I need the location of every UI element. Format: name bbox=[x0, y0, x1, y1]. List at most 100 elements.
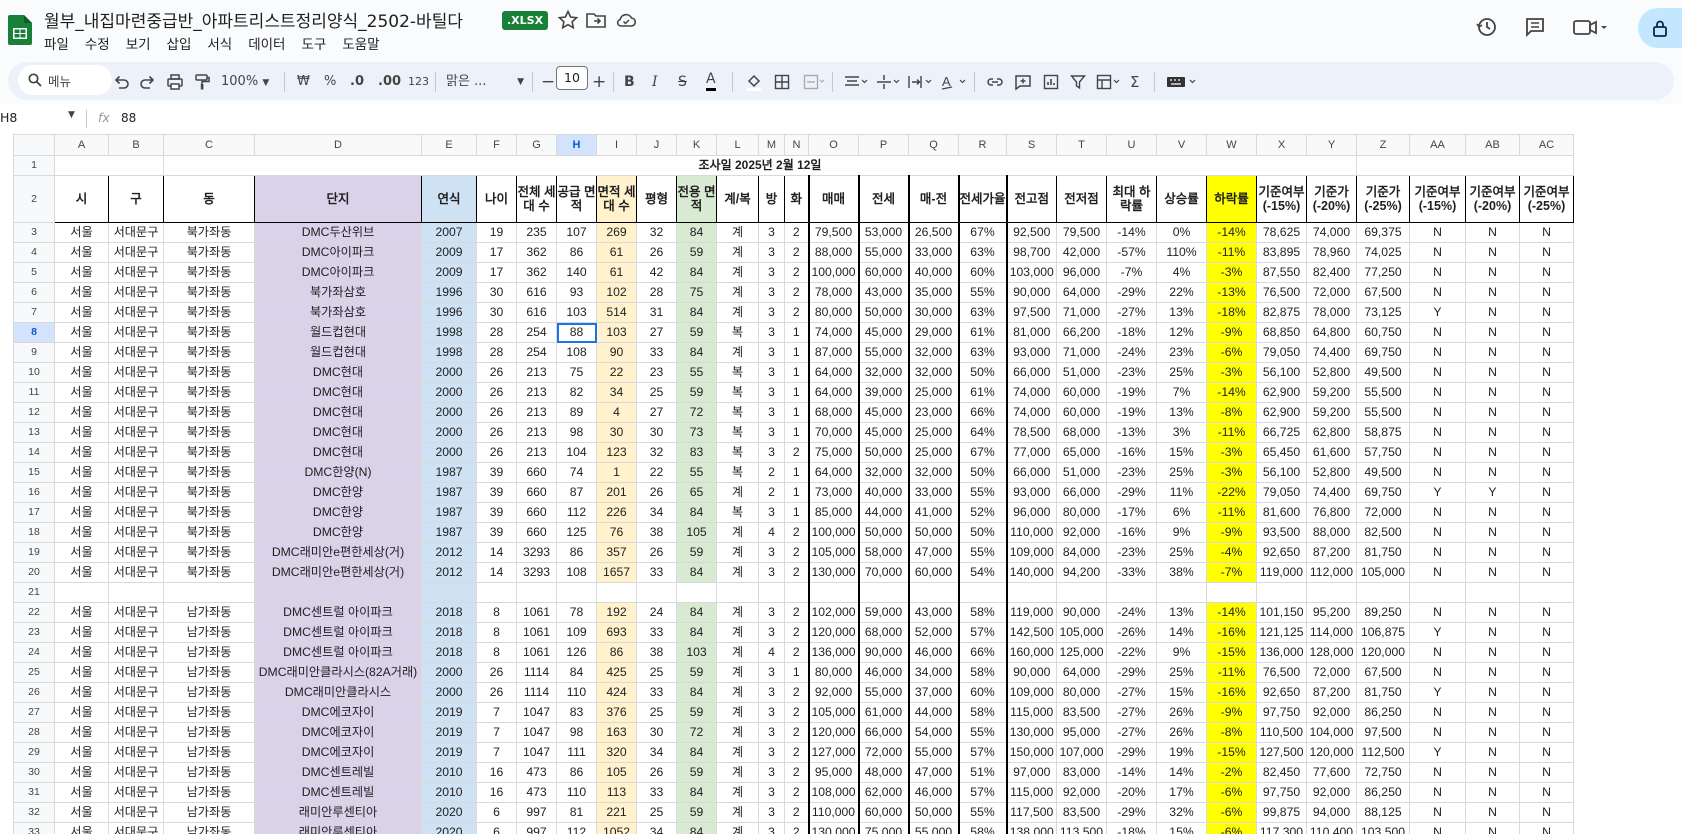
cell[interactable]: 80,000 bbox=[1056, 682, 1107, 703]
cell[interactable]: 68,000 bbox=[807, 402, 860, 423]
cell[interactable]: 62,900 bbox=[1256, 382, 1307, 403]
cell[interactable]: N bbox=[1409, 402, 1466, 423]
cell[interactable]: 3 bbox=[758, 602, 785, 623]
cell[interactable]: 서대문구 bbox=[108, 362, 164, 383]
cell[interactable]: 115,000 bbox=[1005, 702, 1057, 723]
column-title-cell[interactable]: 단지 bbox=[254, 175, 422, 223]
cell[interactable]: 북가좌동 bbox=[163, 302, 255, 323]
document-title[interactable]: 월부_내집마련중급반_아파트리스트정리양식_2502-바틸다 bbox=[44, 7, 463, 32]
cell[interactable]: 2 bbox=[784, 242, 809, 263]
column-header[interactable]: Z bbox=[1356, 134, 1410, 156]
row-header[interactable]: 31 bbox=[13, 782, 55, 803]
more-formats-button[interactable]: 123 bbox=[408, 71, 429, 93]
cell[interactable]: 58% bbox=[957, 822, 1008, 834]
cell[interactable]: -7% bbox=[1106, 262, 1157, 283]
cell[interactable]: 2 bbox=[784, 542, 809, 563]
row-header[interactable]: 4 bbox=[13, 242, 55, 263]
cell[interactable]: 104,000 bbox=[1306, 722, 1357, 743]
cell[interactable]: 서울 bbox=[54, 782, 109, 803]
cell[interactable]: 84 bbox=[676, 302, 717, 323]
cell[interactable]: 14% bbox=[1156, 622, 1207, 643]
cell[interactable]: 45,000 bbox=[857, 402, 910, 423]
column-header[interactable]: W bbox=[1206, 134, 1257, 156]
cell[interactable]: 3 bbox=[758, 702, 785, 723]
cell[interactable]: 136,000 bbox=[807, 642, 860, 663]
cell[interactable]: 68,000 bbox=[1056, 422, 1107, 443]
cell[interactable]: 2 bbox=[784, 802, 809, 823]
fill-color-icon[interactable] bbox=[746, 71, 762, 93]
cloud-status-icon[interactable] bbox=[614, 8, 638, 32]
cell[interactable]: 54,000 bbox=[908, 722, 960, 743]
cell[interactable]: N bbox=[1519, 802, 1574, 823]
cell[interactable]: -18% bbox=[1106, 322, 1157, 343]
cell[interactable]: DMC한양 bbox=[254, 502, 422, 523]
cell[interactable]: 4 bbox=[596, 402, 637, 423]
cell[interactable]: 8 bbox=[476, 602, 517, 623]
cell[interactable]: 55% bbox=[957, 802, 1008, 823]
cell[interactable]: N bbox=[1519, 302, 1574, 323]
cell[interactable]: 3 bbox=[758, 742, 785, 763]
cell[interactable]: 103 bbox=[596, 322, 637, 343]
cell[interactable]: N bbox=[1465, 822, 1520, 834]
cell[interactable]: 66,000 bbox=[1005, 462, 1057, 483]
cell[interactable]: 55 bbox=[676, 462, 717, 483]
cell[interactable]: 13% bbox=[1156, 302, 1207, 323]
history-icon[interactable] bbox=[1472, 12, 1502, 42]
cell[interactable]: 55,000 bbox=[908, 742, 960, 763]
cell[interactable]: N bbox=[1409, 462, 1466, 483]
cell[interactable]: 99,875 bbox=[1256, 802, 1307, 823]
cell[interactable]: 74,025 bbox=[1356, 242, 1410, 263]
insert-comment-icon[interactable] bbox=[1014, 71, 1032, 93]
cell[interactable]: 87,200 bbox=[1306, 682, 1357, 703]
cell[interactable]: 26 bbox=[636, 542, 677, 563]
cell[interactable]: 93 bbox=[556, 282, 597, 303]
cell[interactable]: 12% bbox=[1156, 322, 1207, 343]
cell[interactable]: -26% bbox=[1106, 622, 1157, 643]
column-header[interactable]: F bbox=[476, 134, 517, 156]
menu-help[interactable]: 도움말 bbox=[342, 33, 387, 53]
cell[interactable]: N bbox=[1519, 322, 1574, 343]
cell[interactable]: 2020 bbox=[421, 802, 477, 823]
cell[interactable]: DMC센트럴 아이파크 bbox=[254, 602, 422, 623]
cell[interactable]: 3 bbox=[758, 302, 785, 323]
row-header[interactable]: 14 bbox=[13, 442, 55, 463]
column-header[interactable]: T bbox=[1056, 134, 1107, 156]
cell[interactable]: 59 bbox=[676, 382, 717, 403]
cell[interactable]: 92,000 bbox=[1306, 702, 1357, 723]
cell[interactable]: 28 bbox=[476, 322, 517, 343]
cell[interactable]: 복 bbox=[716, 462, 759, 483]
cell[interactable]: 105 bbox=[596, 762, 637, 783]
cell[interactable]: 월드컵현대 bbox=[254, 322, 422, 343]
cell[interactable]: 103,500 bbox=[1356, 822, 1410, 834]
cell[interactable]: 서울 bbox=[54, 222, 109, 243]
column-header[interactable]: S bbox=[1006, 134, 1057, 156]
cell[interactable]: 74,400 bbox=[1306, 342, 1357, 363]
cell[interactable]: 7 bbox=[476, 722, 517, 743]
row-header[interactable]: 13 bbox=[13, 422, 55, 443]
cell[interactable]: N bbox=[1465, 442, 1520, 463]
cell[interactable]: -19% bbox=[1106, 402, 1157, 423]
cell[interactable]: N bbox=[1519, 722, 1574, 743]
column-header[interactable]: X bbox=[1256, 134, 1307, 156]
cell[interactable]: 130,000 bbox=[807, 822, 860, 834]
cell[interactable]: 래미안루센티아 bbox=[254, 802, 422, 823]
cell[interactable]: 50,000 bbox=[857, 522, 910, 543]
cell[interactable]: 473 bbox=[516, 762, 557, 783]
cell[interactable]: 254 bbox=[516, 342, 557, 363]
cell[interactable]: -17% bbox=[1106, 502, 1157, 523]
cell[interactable]: 22% bbox=[1156, 282, 1207, 303]
cell[interactable]: 38 bbox=[636, 642, 677, 663]
cell[interactable]: 84 bbox=[556, 662, 597, 683]
cell[interactable]: 2007 bbox=[421, 222, 477, 243]
row-header[interactable]: 25 bbox=[13, 662, 55, 683]
column-header[interactable]: L bbox=[716, 134, 759, 156]
cell[interactable]: 남가좌동 bbox=[163, 682, 255, 703]
cell[interactable]: 1 bbox=[784, 382, 809, 403]
cell[interactable]: 93,000 bbox=[1005, 342, 1057, 363]
cell[interactable]: 2000 bbox=[421, 442, 477, 463]
cell[interactable]: 79,050 bbox=[1256, 482, 1307, 503]
cell[interactable]: 55% bbox=[957, 282, 1008, 303]
cell[interactable]: 24 bbox=[636, 602, 677, 623]
cell[interactable]: 83 bbox=[556, 702, 597, 723]
cell[interactable]: 92,000 bbox=[1056, 522, 1107, 543]
